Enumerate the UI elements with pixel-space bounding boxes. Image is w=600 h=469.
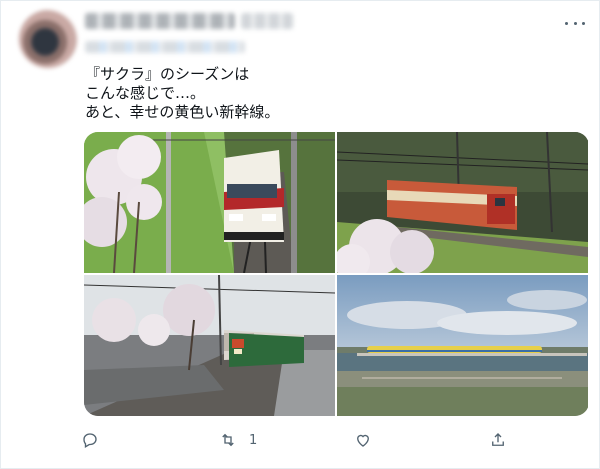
share-button[interactable] xyxy=(489,429,507,451)
tweet-text-line: あと、幸せの黄色い新幹線。 xyxy=(85,103,280,121)
tweet-text-line: こんな感じで…。 xyxy=(85,84,206,102)
tweet-text: 『サクラ』のシーズンは こんな感じで…。 あと、幸せの黄色い新幹線。 xyxy=(85,65,585,122)
retweet-count: 1 xyxy=(249,432,258,448)
retweet-button[interactable]: 1 xyxy=(219,429,257,451)
media-grid xyxy=(84,132,589,416)
reply-icon xyxy=(83,433,97,448)
display-name-redacted[interactable] xyxy=(85,13,235,29)
more-dot xyxy=(573,21,577,25)
photo-yellow-shinkansen[interactable] xyxy=(337,275,588,416)
share-icon xyxy=(492,433,504,446)
photo-red-white-train[interactable] xyxy=(84,132,335,273)
more-options-icon[interactable] xyxy=(565,15,585,31)
tweet-text-line: 『サクラ』のシーズンは xyxy=(85,65,250,83)
more-dot xyxy=(565,21,568,25)
heart-icon xyxy=(357,434,369,447)
like-button[interactable] xyxy=(354,429,372,451)
reply-button[interactable] xyxy=(81,429,99,451)
avatar[interactable] xyxy=(19,10,77,68)
more-dot xyxy=(582,21,585,25)
tweet-actions: 1 xyxy=(81,429,521,451)
photo-orange-train[interactable] xyxy=(337,132,588,273)
tweet-card: 『サクラ』のシーズンは こんな感じで…。 あと、幸せの黄色い新幹線。 1 xyxy=(0,0,600,469)
handle-redacted[interactable] xyxy=(241,13,293,29)
photo-green-train[interactable] xyxy=(84,275,335,416)
retweet-icon xyxy=(222,433,234,447)
subline-redacted xyxy=(85,41,245,53)
